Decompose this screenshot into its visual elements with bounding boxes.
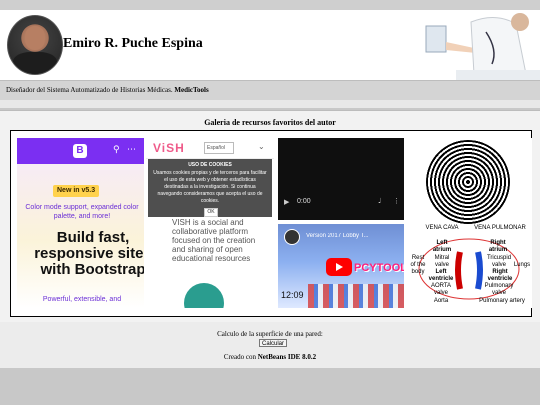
subtitle-bar: Diseñador del Sistema Automatizado de Hi… (0, 80, 540, 100)
left-ventricle-label: Left ventricle (428, 269, 454, 282)
top-strip (0, 0, 540, 10)
cookie-title: USO DE COOKIES (188, 162, 232, 168)
rest-of-body-label: Rest of the body (410, 255, 426, 275)
doctor-illustration (416, 12, 540, 80)
illusion-rings (426, 140, 510, 224)
tricuspid-valve-label: Tricuspid valve (486, 255, 512, 268)
play-icon[interactable]: ▶ (284, 198, 289, 206)
credit-prefix: Creado con (223, 353, 256, 361)
vish-graphic (184, 283, 224, 308)
pcytools-brand: PCYTOOLS (354, 262, 404, 274)
vish-logo[interactable]: ViSH (153, 141, 185, 155)
vena-cava-label: VENA CAVA (425, 225, 459, 231)
site-header: Emiro R. Puche Espina (0, 10, 540, 80)
calc-text: Calculo de la superficie de una pared: (217, 330, 323, 338)
more-icon[interactable]: ⋯ (127, 145, 136, 155)
mitral-valve-label: Mitral valve (434, 255, 450, 268)
author-name: Emiro R. Puche Espina (63, 36, 203, 51)
subtitle-brand: MedicTools (174, 86, 209, 94)
bootstrap-logo-icon[interactable]: B (73, 144, 87, 158)
right-atrium-label: Right atrium (488, 240, 508, 253)
bootstrap-headline: Build fast, responsive sites with Bootst… (34, 229, 144, 278)
bootstrap-lead: Color mode support, expanded color palet… (25, 204, 139, 220)
separator (0, 100, 540, 108)
vish-description: VISH is a social and collaborative platf… (172, 218, 256, 263)
video-player[interactable]: ▶ 0:00 ♩ ⋮ (278, 138, 404, 220)
subtitle-text: Diseñador del Sistema Automatizado de Hi… (6, 86, 173, 94)
youtube-embed[interactable]: Version 2017 Lobby T... PCYTOOLS 12:09 (278, 224, 404, 308)
new-version-badge[interactable]: New in v5.3 (53, 185, 100, 197)
gallery-title: Galeria de recursos favoritos del autor (204, 118, 336, 127)
bootstrap-footer-text: Powerful, extensible, and (42, 296, 122, 303)
left-atrium-label: Left atrium (432, 240, 452, 253)
language-select[interactable]: Español (204, 142, 234, 154)
aorta-label: Aorta (433, 298, 449, 304)
video-crowd-graphic (308, 284, 404, 308)
heart-diagram-tile[interactable]: VENA CAVA VENA PULMONAR Left atrium Righ… (406, 138, 532, 308)
channel-avatar[interactable] (284, 229, 300, 245)
calculate-button[interactable]: Calcular (259, 339, 288, 347)
vena-pulmonar-label: VENA PULMONAR (474, 225, 526, 231)
bootstrap-tile[interactable]: B ⚲ ⋯ New in v5.3 Color mode support, ex… (17, 138, 144, 308)
credit-tool: NetBeans IDE 8.0.2 (257, 353, 317, 361)
pulmonary-artery-label: Pulmonary artery (479, 298, 525, 304)
video-clock: 12:09 (281, 290, 304, 300)
cookie-ok-button[interactable]: OK (204, 208, 218, 217)
cookie-body: Usamos cookies propias y de terceros par… (153, 170, 267, 204)
right-ventricle-label: Right ventricle (487, 269, 513, 282)
chevron-down-icon[interactable]: ⌄ (258, 142, 265, 151)
search-icon[interactable]: ⚲ (113, 145, 120, 155)
lungs-label: Lungs (513, 262, 531, 268)
pulmonary-valve-label: Pulmonary valve (484, 283, 514, 296)
video-time: 0:00 (297, 198, 311, 205)
youtube-play-icon[interactable] (326, 258, 352, 276)
aorta-valve-label: AORTA valve (430, 283, 452, 296)
more-options-icon[interactable]: ⋮ (393, 197, 400, 205)
vish-tile[interactable]: ViSH Español ⌄ USO DE COOKIES Usamos coo… (146, 138, 274, 308)
credit-line: Creado con NetBeans IDE 8.0.2 (0, 353, 540, 361)
author-avatar (7, 15, 63, 75)
youtube-title[interactable]: Version 2017 Lobby T... (306, 233, 396, 239)
volume-icon[interactable]: ♩ (378, 197, 381, 205)
